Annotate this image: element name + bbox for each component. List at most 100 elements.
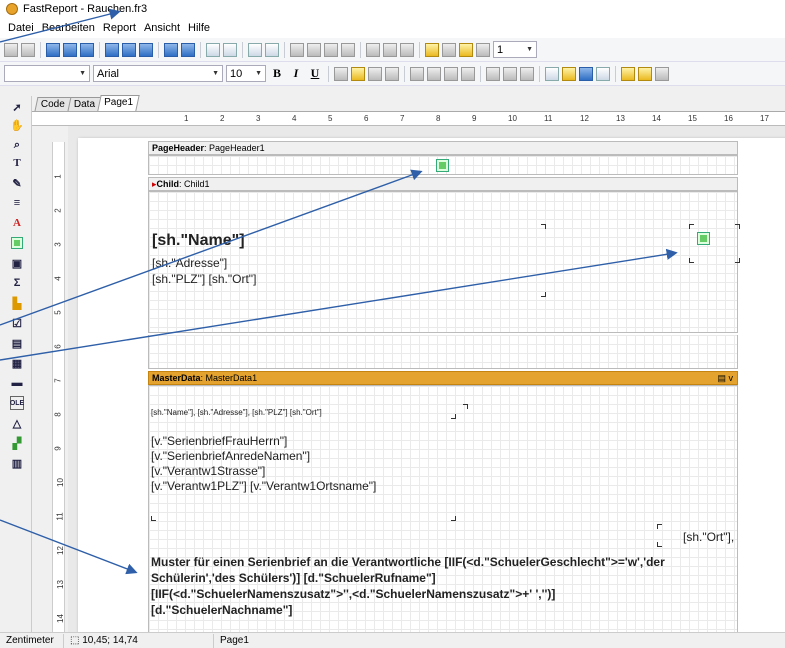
zoom-icon[interactable]: ⌕ <box>10 138 24 152</box>
frame-none-icon[interactable] <box>383 42 397 57</box>
betreff-line-2[interactable]: Schülerin','des Schülers')] [d."Schueler… <box>151 571 436 585</box>
font-name-combo[interactable]: Arial ▼ <box>93 65 223 82</box>
child-band-header[interactable]: ▸Child: Child1 <box>148 177 738 191</box>
align-left-icon[interactable] <box>46 42 60 57</box>
menu-hilfe[interactable]: Hilfe <box>184 22 214 34</box>
align-right-icon[interactable] <box>80 42 94 57</box>
masterdata-band-header[interactable]: MasterData: MasterData1 ▤ v <box>148 371 738 385</box>
text-justify-icon[interactable] <box>461 66 475 81</box>
pageheader-band-header[interactable]: PageHeader: PageHeader1 <box>148 141 738 155</box>
design-canvas[interactable]: PageHeader: PageHeader1 ▸Child: Child1 [… <box>68 126 785 632</box>
valign-middle-icon[interactable] <box>503 66 517 81</box>
fill-color-icon[interactable] <box>425 42 439 57</box>
center-vert-icon[interactable] <box>223 42 237 57</box>
save-icon[interactable] <box>579 66 593 81</box>
band-tool-icon[interactable]: ≡ <box>10 196 24 210</box>
subreport-tool-icon[interactable]: ▣ <box>10 256 24 270</box>
hand-icon[interactable]: ✋ <box>10 118 24 132</box>
ole-tool-icon[interactable]: OLE <box>10 396 24 410</box>
adresse-field[interactable]: [sh."Adresse"] <box>152 256 227 270</box>
new-page-icon[interactable] <box>621 66 635 81</box>
dialog-tool-icon[interactable]: ▞ <box>10 436 24 450</box>
font-dialog-icon[interactable] <box>334 66 348 81</box>
tab-page1[interactable]: Page1 <box>97 95 140 111</box>
new-report-icon[interactable] <box>545 66 559 81</box>
tab-data[interactable]: Data <box>67 97 102 111</box>
format-painter-icon[interactable]: ✎ <box>10 176 24 190</box>
ort-date-field[interactable]: [sh."Ort"], <box>683 530 734 544</box>
picture-object-icon[interactable] <box>436 159 449 172</box>
select-arrow-icon[interactable]: ➚ <box>10 100 24 114</box>
memo-tool-icon[interactable]: A <box>10 216 24 230</box>
font-size-combo[interactable]: 10 ▼ <box>226 65 266 82</box>
valign-top-icon[interactable] <box>486 66 500 81</box>
text-align-center-icon[interactable] <box>427 66 441 81</box>
frau-herrn-field[interactable]: [v."SerienbriefFrauHerrn"] <box>151 434 287 448</box>
line-color-icon[interactable] <box>459 42 473 57</box>
crosstab-tool-icon[interactable]: ▦ <box>10 356 24 370</box>
rotate-icon[interactable] <box>385 66 399 81</box>
plz-ortsname-field[interactable]: [v."Verantw1PLZ"] [v."Verantw1Ortsname"] <box>151 479 376 493</box>
menu-datei[interactable]: Datei <box>4 22 38 34</box>
highlight-icon[interactable] <box>368 66 382 81</box>
italic-icon[interactable]: I <box>288 66 304 81</box>
checkbox-tool-icon[interactable]: ☑ <box>10 316 24 330</box>
betreff-line-3[interactable]: [IIF(<d."SchuelerNamenszusatz">'',<d."Sc… <box>151 587 555 601</box>
line-tool-icon[interactable]: ▬ <box>10 376 24 390</box>
name-field[interactable]: [sh."Name"] <box>152 232 245 250</box>
richtext-tool-icon[interactable]: ▤ <box>10 336 24 350</box>
text-tool-icon[interactable]: T <box>10 156 24 170</box>
text-align-left-icon[interactable] <box>410 66 424 81</box>
fill-style-icon[interactable] <box>442 42 456 57</box>
barcode-tool-icon[interactable]: ▥ <box>10 456 24 470</box>
font-color-icon[interactable] <box>351 66 365 81</box>
frame-all-icon[interactable] <box>366 42 380 57</box>
frame-top-icon[interactable] <box>290 42 304 57</box>
align-middle-icon[interactable] <box>122 42 136 57</box>
bold-icon[interactable]: B <box>269 66 285 81</box>
delete-page-icon[interactable] <box>655 66 669 81</box>
open-icon[interactable] <box>562 66 576 81</box>
menu-bearbeiten[interactable]: Bearbeiten <box>38 22 99 34</box>
line-width-combo[interactable]: 1 ▼ <box>493 41 537 58</box>
strasse-field[interactable]: [v."Verantw1Strasse"] <box>151 464 265 478</box>
band-options-icon[interactable]: ▤ v <box>717 372 733 385</box>
new-dialog-icon[interactable] <box>638 66 652 81</box>
child-band[interactable]: [sh."Name"] [sh."Adresse"] [sh."PLZ"] [s… <box>148 191 740 333</box>
picture-tool-icon[interactable] <box>10 236 24 250</box>
space-horz-icon[interactable] <box>164 42 178 57</box>
shape-tool-icon[interactable]: △ <box>10 416 24 430</box>
style-combo[interactable]: ▼ <box>4 65 90 82</box>
frame-bottom-icon[interactable] <box>307 42 321 57</box>
line-style-icon[interactable] <box>476 42 490 57</box>
chart-tool-icon[interactable]: ▙ <box>10 296 24 310</box>
text-align-right-icon[interactable] <box>444 66 458 81</box>
betreff-line-1[interactable]: Muster für einen Serienbrief an die Vera… <box>151 555 665 569</box>
masterdata-band[interactable]: [sh."Name"], [sh."Adresse"], [sh."PLZ"] … <box>148 385 738 632</box>
fit-grid-icon[interactable] <box>21 42 35 57</box>
shadow-icon[interactable] <box>400 42 414 57</box>
menu-report[interactable]: Report <box>99 22 140 34</box>
picture-object-icon[interactable] <box>697 232 710 245</box>
same-height-icon[interactable] <box>265 42 279 57</box>
align-bottom-icon[interactable] <box>139 42 153 57</box>
preview-icon[interactable] <box>596 66 610 81</box>
anrede-namen-field[interactable]: [v."SerienbriefAnredeNamen"] <box>151 449 310 463</box>
absender-line-field[interactable]: [sh."Name"], [sh."Adresse"], [sh."PLZ"] … <box>151 408 322 417</box>
align-center-icon[interactable] <box>63 42 77 57</box>
betreff-line-4[interactable]: [d."SchuelerNachname"] <box>151 603 292 617</box>
pageheader-band[interactable] <box>148 155 738 175</box>
center-horz-icon[interactable] <box>206 42 220 57</box>
menu-ansicht[interactable]: Ansicht <box>140 22 184 34</box>
align-top-icon[interactable] <box>105 42 119 57</box>
valign-bottom-icon[interactable] <box>520 66 534 81</box>
space-vert-icon[interactable] <box>181 42 195 57</box>
sum-tool-icon[interactable]: Σ <box>10 276 24 290</box>
plz-ort-field[interactable]: [sh."PLZ"] [sh."Ort"] <box>152 272 256 286</box>
underline-icon[interactable]: U <box>307 66 323 81</box>
tab-code[interactable]: Code <box>34 97 72 111</box>
frame-right-icon[interactable] <box>341 42 355 57</box>
grid-icon[interactable] <box>4 42 18 57</box>
same-width-icon[interactable] <box>248 42 262 57</box>
frame-left-icon[interactable] <box>324 42 338 57</box>
